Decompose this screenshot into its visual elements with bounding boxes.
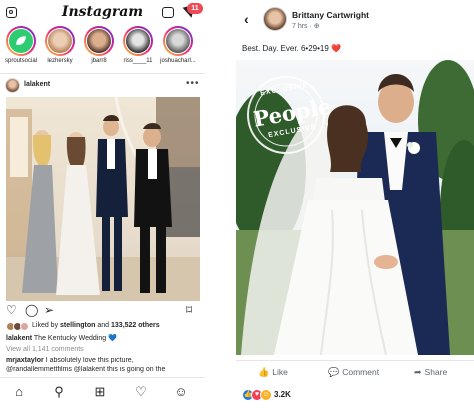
notification-badge: 11	[187, 3, 203, 14]
liked-by-user[interactable]: stellington	[60, 322, 95, 329]
post-text: Best. Day. Ever. 6•29•19 ❤️	[242, 44, 341, 53]
igtv-icon[interactable]	[162, 7, 174, 18]
share-icon[interactable]: ➢	[44, 303, 54, 317]
comment-icon[interactable]: ◯	[25, 303, 38, 317]
story-avatar	[47, 28, 73, 54]
post-photo[interactable]: EXCLUSIVE People EXCLUSIVE	[236, 60, 474, 355]
search-icon[interactable]: ⚲	[52, 385, 66, 399]
more-options-icon[interactable]: •••	[186, 78, 200, 89]
bookmark-icon[interactable]: ⌑	[186, 303, 192, 317]
story-avatar	[125, 28, 151, 54]
liked-by-prefix: Liked by	[32, 322, 59, 329]
instagram-app: Instagram 11 sproutsocial lezhersky jbar…	[0, 0, 205, 408]
caption-text: The Kentucky Wedding	[33, 335, 107, 342]
liker-avatar	[20, 322, 29, 331]
likes-row: Liked by stellington and 133,522 others	[0, 321, 205, 333]
story-item[interactable]: sproutsocial	[3, 26, 39, 64]
post-caption: lalakent The Kentucky Wedding 💙	[6, 334, 117, 342]
comment-label: Comment	[342, 367, 380, 377]
thumbs-up-icon: 👍	[258, 367, 270, 377]
divider	[0, 73, 205, 74]
add-post-icon[interactable]: ⊞	[93, 385, 107, 399]
caption-username[interactable]: lalakent	[6, 335, 32, 342]
post-header: ‹ Brittany Cartwright 7 hrs · ⊕	[236, 0, 474, 40]
story-item[interactable]: riss____11	[120, 26, 156, 64]
comment: mrjaxtaylor I absolutely love this pictu…	[6, 357, 202, 364]
story-ring	[6, 26, 36, 56]
liked-by-suffix: and	[97, 322, 110, 329]
wedding-group-photo	[6, 97, 200, 301]
post-actions: ♡ ◯ ➢ ⌑	[0, 303, 205, 319]
blue-heart-emoji: 💙	[108, 335, 117, 342]
comment-username[interactable]: mrjaxtaylor	[6, 357, 44, 364]
likes-text[interactable]: Liked by stellington and 133,522 others	[32, 322, 160, 329]
bottom-tab-bar: ⌂ ⚲ ⊞ ♡ ☺	[0, 377, 205, 408]
story-ring	[84, 26, 114, 56]
sproutsocial-logo	[9, 29, 33, 53]
share-arrow-icon: ➦	[414, 367, 422, 377]
story-label: lezhersky	[47, 58, 73, 64]
story-avatar	[165, 28, 191, 54]
author-name[interactable]: Brittany Cartwright	[292, 10, 369, 20]
panel-gap	[205, 0, 236, 408]
avatar[interactable]	[5, 78, 20, 93]
comment-button[interactable]: 💬 Comment	[328, 367, 379, 378]
comment-text: I absolutely love this picture,	[45, 357, 134, 364]
story-avatar	[8, 28, 34, 54]
stories-tray: sproutsocial lezhersky jbarr8 riss____11…	[0, 26, 205, 71]
story-avatar	[86, 28, 112, 54]
reactions-summary[interactable]: 👍 ♥ ☺ 3.2K	[236, 387, 474, 403]
likes-count[interactable]: 133,522 others	[111, 322, 160, 329]
timestamp-text: 7 hrs ·	[292, 23, 314, 30]
like-heart-icon[interactable]: ♡	[6, 303, 17, 317]
profile-icon[interactable]: ☺	[174, 385, 188, 399]
view-all-comments-link[interactable]: View all 1,141 comments	[6, 346, 84, 353]
comment-bubble-icon: 💬	[328, 367, 340, 377]
post-text-body: Best. Day. Ever. 6•29•19	[242, 44, 329, 53]
story-item[interactable]: lezhersky	[42, 26, 78, 64]
red-heart-emoji: ❤️	[331, 44, 342, 53]
globe-icon: ⊕	[313, 23, 320, 30]
instagram-top-bar: Instagram 11	[0, 0, 205, 26]
comment-continuation: @randallemmettfilms @lalakent this is go…	[6, 366, 166, 373]
story-item[interactable]: joshuacharl...	[160, 26, 196, 64]
like-button[interactable]: 👍 Like	[258, 367, 288, 378]
story-ring	[163, 26, 193, 56]
back-arrow-icon[interactable]: ‹	[244, 11, 249, 27]
share-button[interactable]: ➦ Share	[414, 367, 447, 378]
avatar[interactable]	[263, 7, 287, 31]
activity-heart-icon[interactable]: ♡	[134, 385, 148, 399]
share-label: Share	[424, 367, 448, 377]
story-ring	[123, 26, 153, 56]
post-actions: 👍 Like 💬 Comment ➦ Share	[236, 360, 474, 383]
story-label: joshuacharl...	[160, 58, 196, 64]
post-photo[interactable]	[6, 97, 200, 301]
reactions-count: 3.2K	[274, 390, 291, 399]
wow-reaction-icon: ☺	[260, 389, 272, 401]
story-label: jbarr8	[91, 58, 107, 64]
story-ring	[45, 26, 75, 56]
story-label: riss____11	[123, 58, 153, 64]
post-timestamp: 7 hrs · ⊕	[292, 22, 320, 30]
post-username[interactable]: lalakent	[24, 81, 50, 88]
facebook-post: ‹ Brittany Cartwright 7 hrs · ⊕ Best. Da…	[236, 0, 474, 408]
story-item[interactable]: jbarr8	[81, 26, 117, 64]
post-header: lalakent •••	[0, 76, 205, 96]
home-icon[interactable]: ⌂	[12, 385, 26, 399]
like-label: Like	[272, 367, 288, 377]
instagram-logo: Instagram	[61, 4, 144, 20]
story-label: sproutsocial	[4, 58, 37, 64]
